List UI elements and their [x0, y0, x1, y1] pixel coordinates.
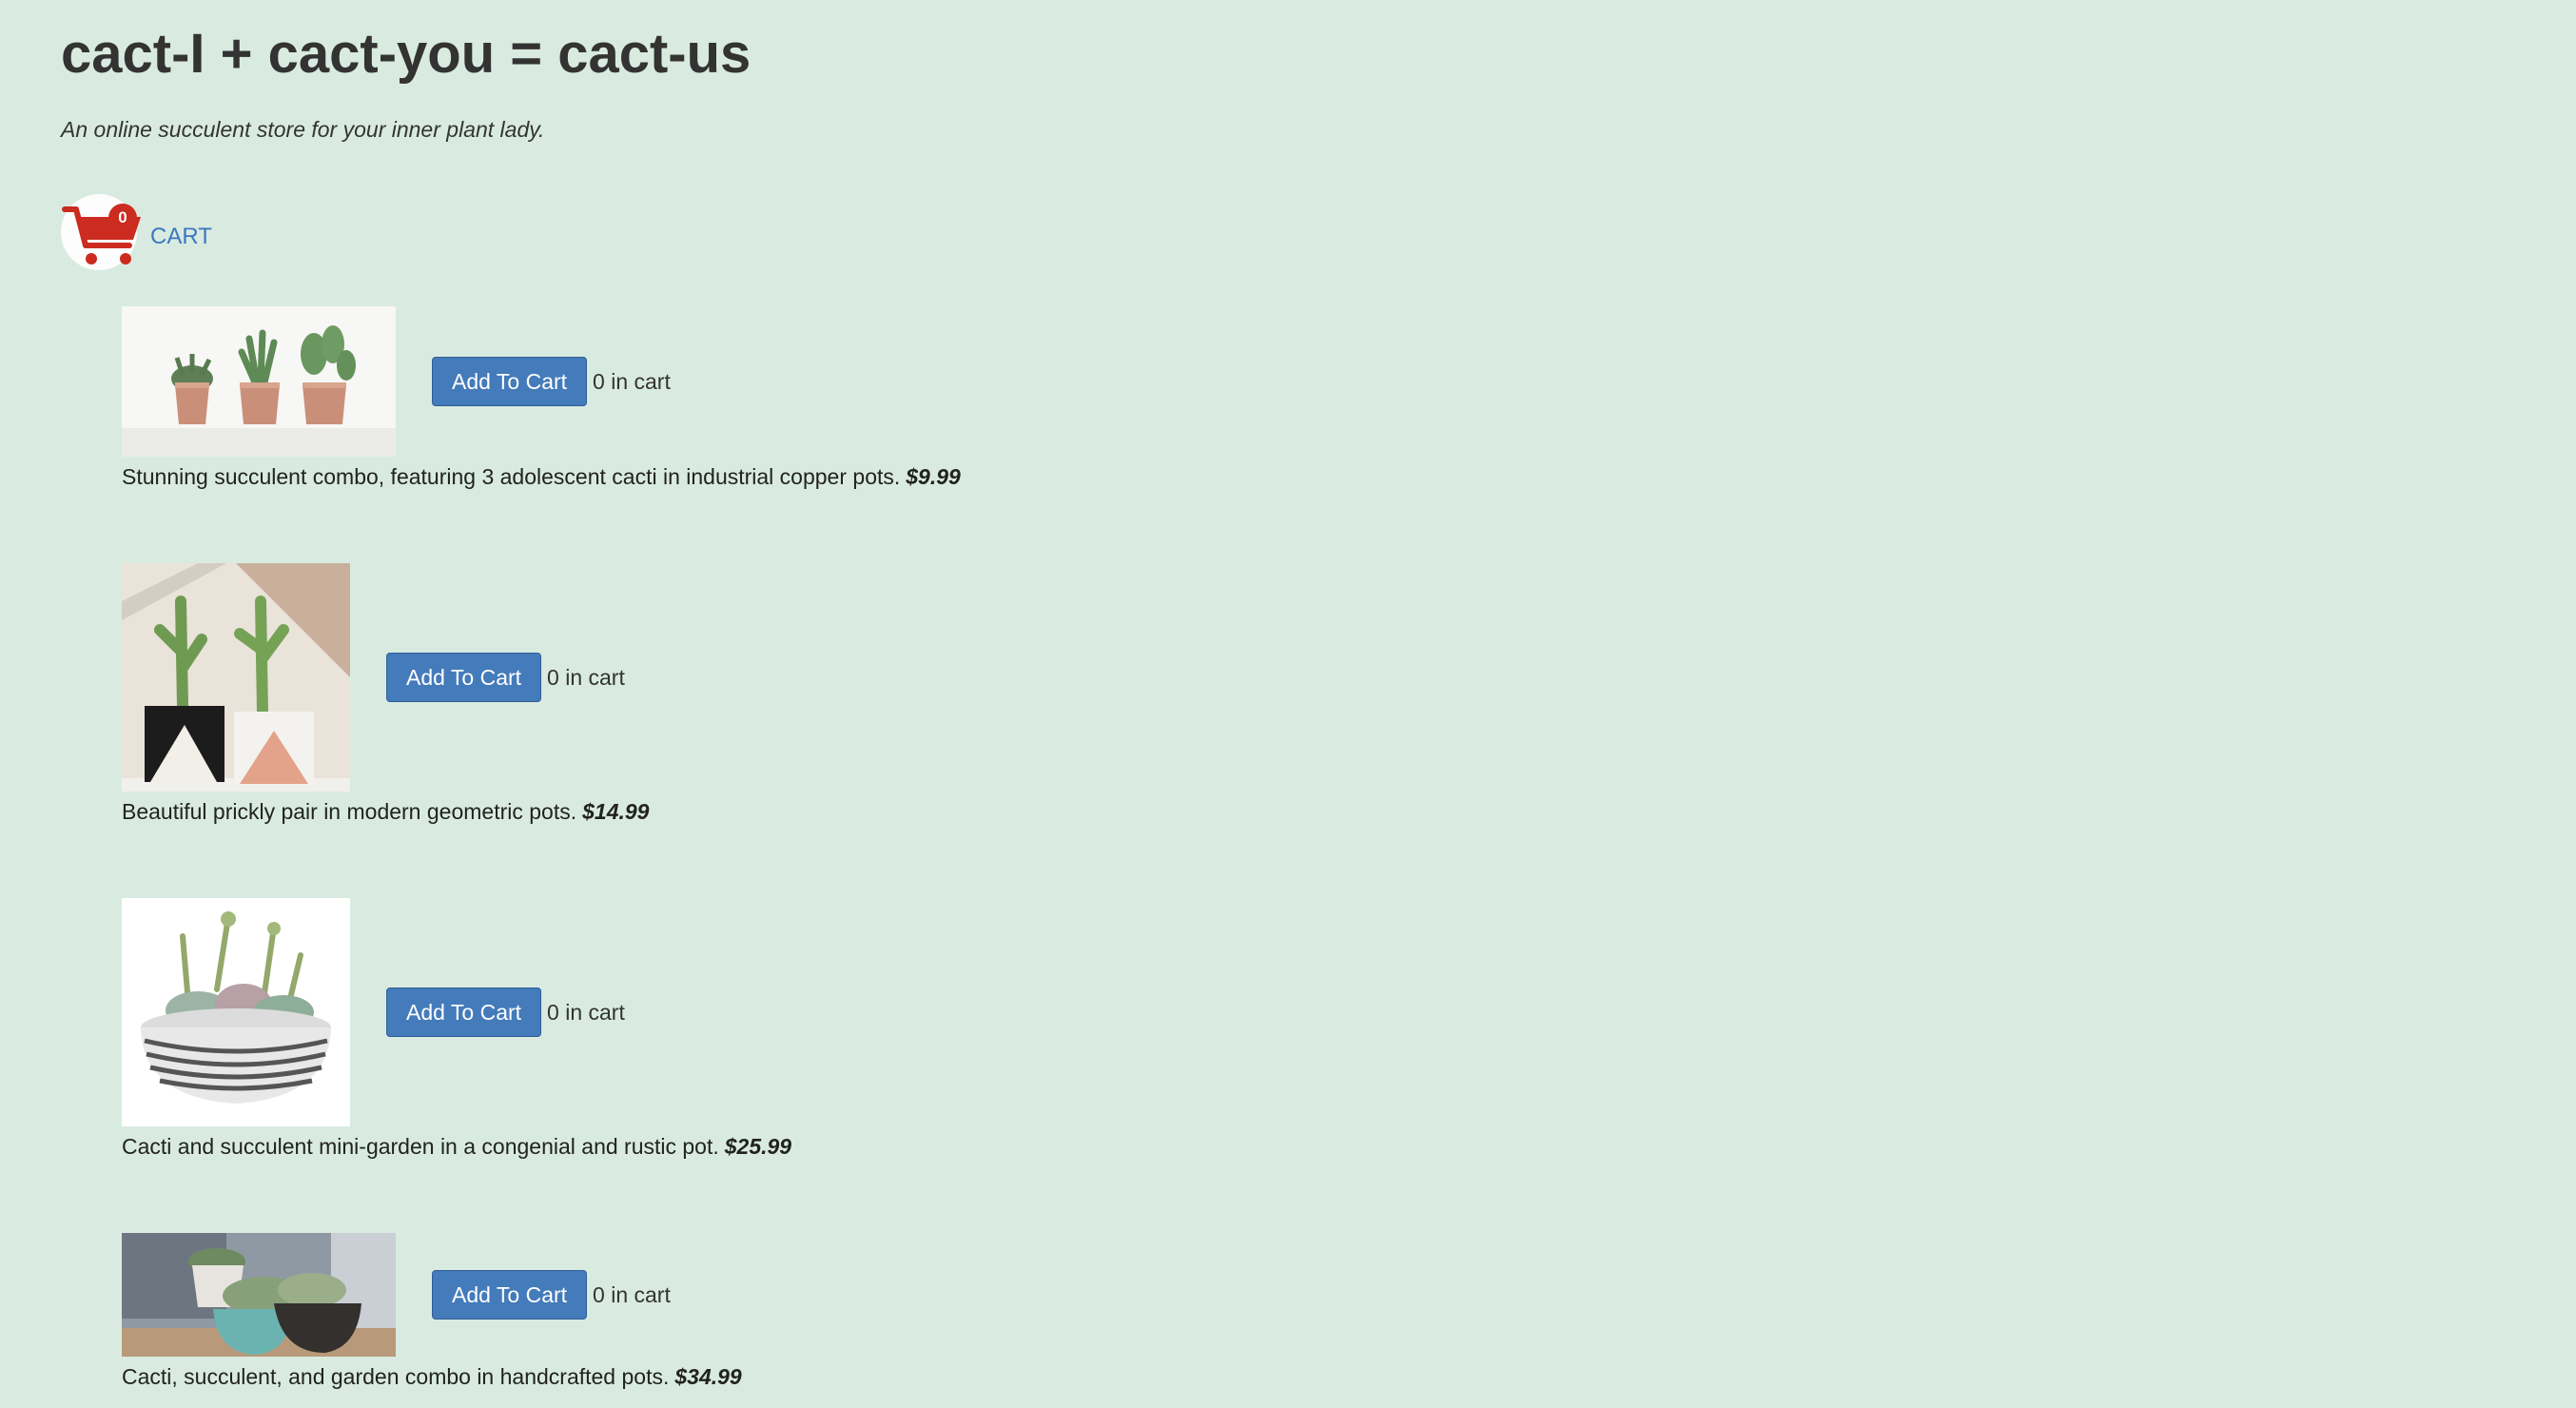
product-description-text: Cacti and succulent mini-garden in a con… — [122, 1134, 719, 1159]
product-price: $25.99 — [724, 1134, 792, 1159]
shopping-cart-icon[interactable]: 0 — [61, 190, 148, 276]
product-description-text: Beautiful prickly pair in modern geometr… — [122, 799, 577, 824]
in-cart-count: 0 in cart — [593, 1281, 671, 1307]
copper-pots-cacti-photo — [122, 306, 396, 457]
in-cart-count: 0 in cart — [593, 368, 671, 394]
product-item: Add To Cart 0 in cart Cacti and succulen… — [122, 898, 791, 1161]
product-description: Cacti, succulent, and garden combo in ha… — [122, 1362, 742, 1391]
add-to-cart-button[interactable]: Add To Cart — [386, 988, 542, 1037]
mini-garden-bowl-photo — [122, 898, 350, 1126]
product-description: Cacti and succulent mini-garden in a con… — [122, 1132, 791, 1161]
product-description: Stunning succulent combo, featuring 3 ad… — [122, 462, 961, 491]
page-tagline: An online succulent store for your inner… — [61, 117, 545, 142]
product-description-text: Stunning succulent combo, featuring 3 ad… — [122, 464, 901, 489]
product-item: Add To Cart 0 in cart Cacti, succulent, … — [122, 1233, 742, 1391]
add-to-cart-button[interactable]: Add To Cart — [432, 357, 588, 406]
handcrafted-pots-combo-photo — [122, 1233, 396, 1357]
product-description: Beautiful prickly pair in modern geometr… — [122, 797, 649, 826]
product-price: $34.99 — [674, 1364, 742, 1389]
in-cart-count: 0 in cart — [547, 999, 625, 1025]
page-title: cact-I + cact-you = cact-us — [61, 23, 751, 85]
cart[interactable]: 0 CART — [61, 190, 212, 276]
geometric-pots-cacti-photo — [122, 563, 350, 792]
add-to-cart-button[interactable]: Add To Cart — [432, 1270, 588, 1320]
product-price: $14.99 — [582, 799, 650, 824]
store-page: cact-I + cact-you = cact-us An online su… — [61, 19, 2576, 1408]
product-description-text: Cacti, succulent, and garden combo in ha… — [122, 1364, 670, 1389]
cart-count-badge: 0 — [108, 204, 137, 232]
product-item: Add To Cart 0 in cart Stunning succulent… — [122, 306, 961, 491]
product-item: Add To Cart 0 in cart Beautiful prickly … — [122, 563, 649, 826]
cart-link[interactable]: CART — [150, 224, 212, 250]
product-price: $9.99 — [906, 464, 961, 489]
in-cart-count: 0 in cart — [547, 664, 625, 690]
add-to-cart-button[interactable]: Add To Cart — [386, 653, 542, 702]
